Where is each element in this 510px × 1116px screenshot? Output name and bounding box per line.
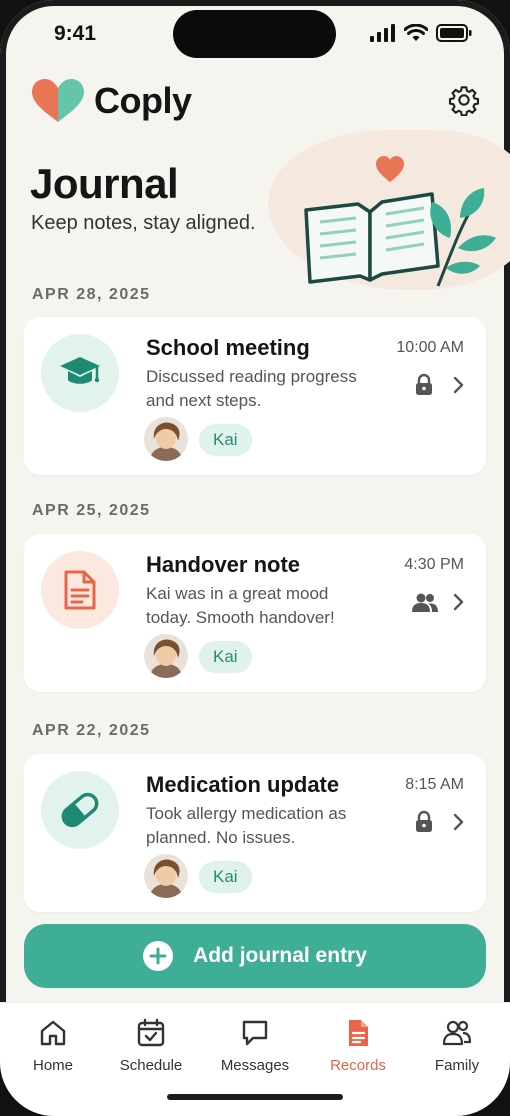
home-icon	[40, 1020, 66, 1046]
dynamic-island	[173, 10, 336, 58]
tab-records[interactable]: Records	[313, 1017, 403, 1074]
tab-label: Records	[330, 1057, 386, 1074]
entry-icon-circle	[41, 551, 119, 629]
entry-body: Took allergy medication as planned. No i…	[146, 804, 347, 847]
chevron-right-icon[interactable]	[448, 812, 468, 832]
app-header: Coply	[0, 70, 510, 130]
app-screen: 9:41 Coply Journal Keep notes, stay alig…	[0, 0, 510, 1116]
entry-title: Medication update	[146, 772, 340, 797]
journal-entry-card[interactable]: Handover note Kai was in a great mood to…	[24, 534, 486, 692]
entry-date: APR 25, 2025	[32, 502, 151, 519]
battery-icon	[436, 24, 472, 42]
avatar	[144, 634, 188, 678]
status-icons	[370, 24, 472, 42]
entry-body: Kai was in a great mood today. Smooth ha…	[146, 584, 335, 627]
entry-icon-circle	[41, 771, 119, 849]
chevron-right-icon[interactable]	[448, 592, 468, 612]
wifi-icon	[404, 24, 428, 41]
entry-icon-circle	[41, 334, 119, 412]
calendar-icon	[137, 1018, 165, 1047]
graduation-cap-icon	[60, 357, 100, 384]
child-tag: Kai	[199, 641, 252, 673]
status-time: 9:41	[54, 22, 97, 45]
app-name: Coply	[94, 80, 192, 121]
tab-label: Home	[32, 1057, 73, 1074]
page-subtitle: Keep notes, stay aligned.	[31, 212, 256, 234]
cellular-signal-icon	[370, 24, 395, 42]
entry-time: 10:00 AM	[396, 339, 464, 356]
tab-messages[interactable]: Messages	[210, 1017, 300, 1074]
entry-time: 8:15 AM	[405, 776, 464, 793]
entry-title: School meeting	[146, 335, 310, 360]
people-icon	[412, 593, 438, 612]
page-title: Journal	[30, 160, 179, 207]
entry-title: Handover note	[146, 552, 301, 577]
tab-home[interactable]: Home	[8, 1017, 98, 1074]
leaf-icon	[430, 188, 496, 287]
tab-label: Family	[434, 1057, 480, 1074]
add-journal-entry-label: Add journal entry	[193, 944, 367, 967]
add-journal-entry-button[interactable]: Add journal entry	[24, 924, 486, 988]
home-indicator	[167, 1094, 343, 1100]
chevron-right-icon[interactable]	[448, 375, 468, 395]
chat-icon	[242, 1020, 268, 1046]
open-book-icon	[304, 192, 440, 284]
family-icon	[442, 1020, 472, 1046]
tab-label: Messages	[220, 1057, 290, 1074]
records-icon	[349, 1020, 368, 1046]
lock-icon	[416, 373, 432, 395]
tab-schedule[interactable]: Schedule	[106, 1017, 196, 1074]
lock-icon	[416, 810, 432, 832]
child-tag: Kai	[199, 861, 252, 893]
journal-entry-card[interactable]: School meeting Discussed reading progres…	[24, 317, 486, 475]
small-heart-icon	[376, 156, 404, 182]
child-tag: Kai	[199, 424, 252, 456]
journal-entry-card[interactable]: Medication update Took allergy medicatio…	[24, 754, 486, 912]
pill-icon	[61, 792, 99, 828]
avatar	[144, 417, 188, 461]
tab-family[interactable]: Family	[412, 1017, 502, 1074]
heart-logo-icon	[32, 79, 84, 122]
status-bar: 9:41	[0, 0, 510, 70]
entry-date: APR 28, 2025	[32, 286, 151, 303]
entry-body: Discussed reading progress and next step…	[146, 367, 357, 410]
journal-illustration	[304, 156, 496, 287]
entry-time: 4:30 PM	[404, 556, 464, 573]
app-logo: Coply	[30, 78, 192, 124]
document-icon	[64, 570, 96, 610]
tab-label: Schedule	[119, 1057, 183, 1074]
plus-icon	[143, 941, 174, 971]
avatar	[144, 854, 188, 898]
entry-date: APR 22, 2025	[32, 722, 151, 739]
settings-gear-icon[interactable]	[448, 84, 480, 116]
